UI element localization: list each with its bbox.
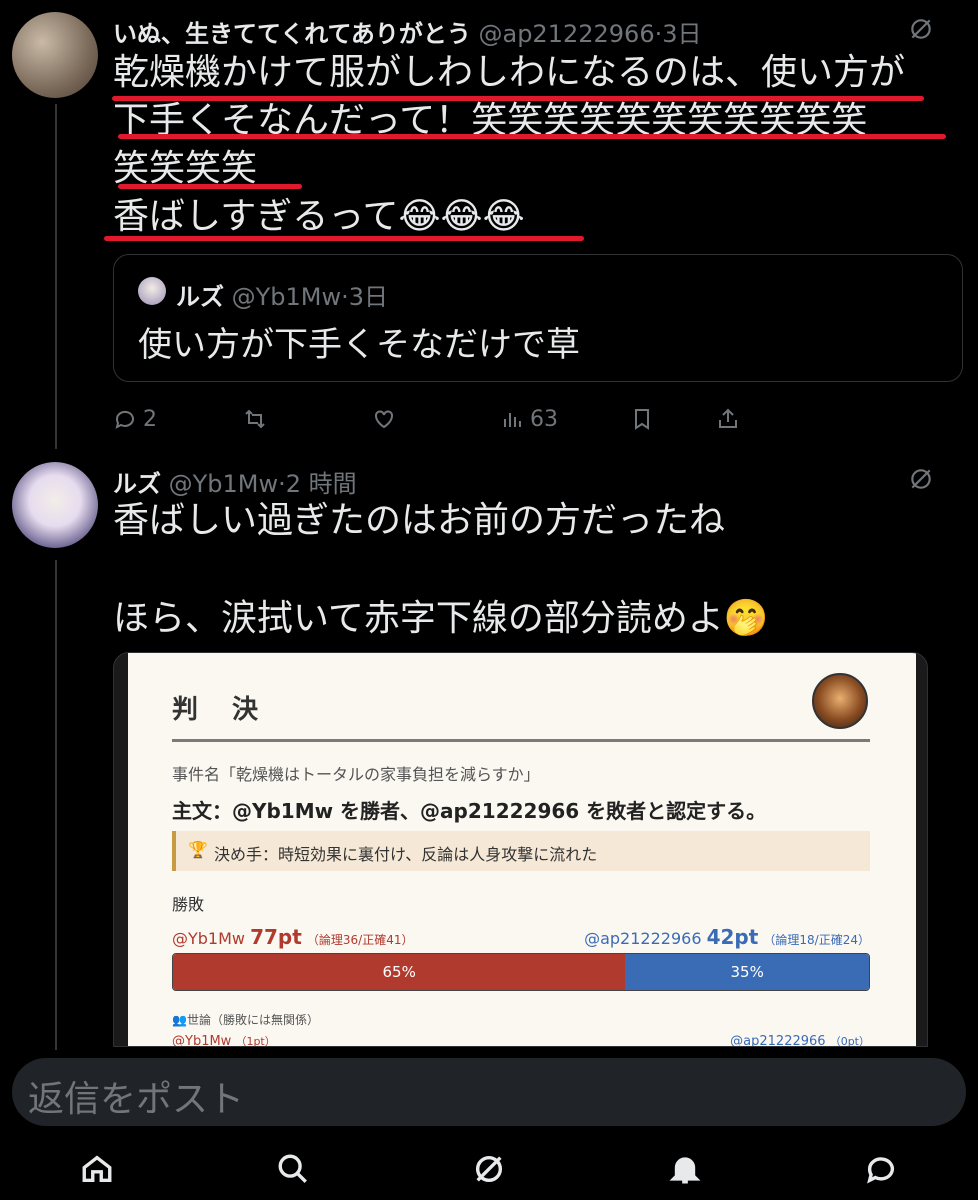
handle[interactable]: @ap21222966 <box>478 20 654 48</box>
main-text: 主文：@Yb1Mw を勝者、@ap21222966 を敗者と認定する。 <box>172 799 767 823</box>
result-label: 勝敗 <box>172 895 205 914</box>
winner-percent: 65% <box>382 963 416 981</box>
loser-handle: @ap21222966 <box>584 929 702 948</box>
display-name[interactable]: ルズ <box>113 470 161 498</box>
grok-icon[interactable] <box>908 16 934 46</box>
share-icon <box>719 408 737 428</box>
red-underline <box>118 184 302 189</box>
timestamp[interactable]: ·3日 <box>655 20 702 48</box>
decisive-box: 🏆 決め手：時短効果に裏付け、反論は人身攻撃に流れた <box>172 831 870 871</box>
quote-timestamp: ·3日 <box>341 283 389 311</box>
loser-bar: 35% <box>625 954 869 990</box>
views-button[interactable]: 63 <box>500 402 558 436</box>
people-icon: 👥 <box>172 1013 187 1027</box>
timestamp[interactable]: ·2 時間 <box>278 470 357 498</box>
opinion-left: @Yb1Mw （1pt） <box>172 1033 276 1047</box>
winner-bar: 65% <box>173 954 626 990</box>
attached-image[interactable]: 判 決 事件名「乾燥機はトータルの家事負担を減らすか」 主文：@Yb1Mw を勝… <box>113 652 928 1047</box>
trophy-icon: 🏆 <box>188 840 208 859</box>
red-underline <box>112 96 924 101</box>
bookmark-icon <box>635 409 649 430</box>
bottom-nav <box>0 1140 978 1200</box>
judgment-document: 判 決 事件名「乾燥機はトータルの家事負担を減らすか」 主文：@Yb1Mw を勝… <box>128 653 916 1047</box>
heart-icon <box>375 410 393 429</box>
winner-detail: （論理36/正確41） <box>306 933 414 947</box>
quoted-tweet[interactable]: ルズ @Yb1Mw·3日 使い方が下手くそなだけで草 <box>113 254 963 382</box>
display-name[interactable]: いぬ、生きててくれてありがとう <box>113 20 471 48</box>
tweet-text-line: 乾燥機かけて服がしわしわになるのは、使い方が <box>113 52 906 93</box>
loser-percent: 35% <box>730 963 764 981</box>
judgment-title: 判 決 <box>172 695 263 725</box>
grok-icon[interactable] <box>908 466 934 496</box>
home-icon[interactable] <box>80 1152 114 1186</box>
search-icon[interactable] <box>276 1152 310 1186</box>
score-bar: 65% 35% <box>172 953 870 991</box>
quote-handle: @Yb1Mw <box>231 283 342 311</box>
thread-line <box>55 104 57 449</box>
loser-points: 42pt <box>706 925 759 949</box>
thread-line <box>55 560 57 1050</box>
loser-detail: （論理18/正確24） <box>763 933 870 947</box>
reply-placeholder: 返信をポスト <box>28 1079 245 1120</box>
messages-icon[interactable] <box>864 1152 898 1186</box>
repost-button[interactable] <box>243 402 267 436</box>
reply-button[interactable]: 2 <box>113 402 157 436</box>
quote-display-name: ルズ <box>176 283 224 311</box>
tweet-header: いぬ、生きててくれてありがとう @ap21222966·3日 <box>113 14 702 49</box>
reply-input[interactable]: 返信をポスト <box>12 1058 966 1126</box>
opinion-left-handle: @Yb1Mw <box>172 1034 232 1047</box>
case-name: 事件名「乾燥機はトータルの家事負担を減らすか」 <box>172 765 540 784</box>
views-icon <box>504 413 521 427</box>
tweet-text-line: 香ばしすぎるって😂😂😂 <box>113 196 525 237</box>
opinion-right-handle: @ap21222966 <box>730 1034 826 1047</box>
opinion-left-pts: （1pt） <box>235 1035 276 1047</box>
opinion-right: @ap21222966 （0pt） <box>730 1033 870 1047</box>
views-count: 63 <box>530 406 558 432</box>
tweet-header: ルズ @Yb1Mw·2 時間 <box>113 464 357 499</box>
quote-avatar <box>138 277 166 305</box>
reply-count: 2 <box>143 406 157 432</box>
tweet-text-line: ほら、涙拭いて赤字下線の部分読めよ🤭 <box>113 598 769 639</box>
judge-avatar <box>812 673 868 729</box>
quote-text: 使い方が下手くそなだけで草 <box>138 325 580 365</box>
notifications-icon[interactable] <box>668 1152 702 1186</box>
share-button[interactable] <box>716 402 740 436</box>
opinion-right-pts: （0pt） <box>829 1035 870 1047</box>
avatar[interactable] <box>12 462 98 548</box>
bookmark-button[interactable] <box>630 402 654 436</box>
decisive-text: 決め手：時短効果に裏付け、反論は人身攻撃に流れた <box>214 845 598 864</box>
like-button[interactable] <box>372 402 396 436</box>
reply-icon <box>115 410 134 429</box>
red-underline <box>104 236 584 241</box>
red-underline <box>118 134 946 139</box>
opinion-label: 👥世論（勝敗には無関係） <box>172 1011 319 1028</box>
divider <box>172 739 870 742</box>
tweet-text-line: 香ばしい過ぎたのはお前の方だったね <box>113 500 726 541</box>
repost-icon <box>245 409 265 429</box>
avatar[interactable] <box>12 12 98 98</box>
winner-points: 77pt <box>250 925 302 949</box>
winner-score: @Yb1Mw 77pt （論理36/正確41） <box>172 925 414 949</box>
loser-score: @ap21222966 42pt （論理18/正確24） <box>584 925 870 949</box>
handle[interactable]: @Yb1Mw <box>169 470 279 498</box>
opinion-text: 世論（勝敗には無関係） <box>186 1013 319 1027</box>
winner-handle: @Yb1Mw <box>172 929 245 948</box>
grok-icon[interactable] <box>472 1152 506 1186</box>
quote-header: ルズ @Yb1Mw·3日 <box>176 277 388 312</box>
